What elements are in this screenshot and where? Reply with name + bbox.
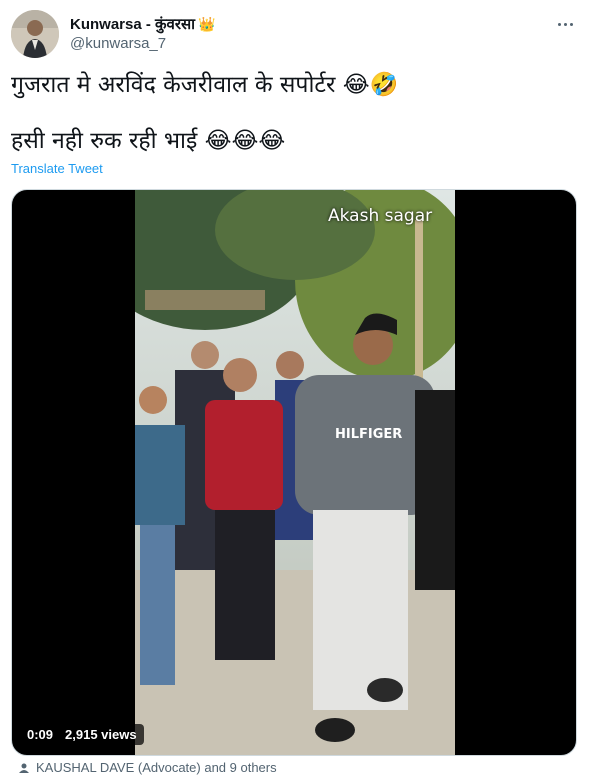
- svg-text:HILFIGER: HILFIGER: [335, 427, 402, 442]
- video-meta-badge: 0:09 2,915 views: [20, 724, 144, 745]
- avatar[interactable]: [11, 10, 59, 58]
- user-handle[interactable]: @kunwarsa_7: [70, 35, 166, 52]
- display-name[interactable]: Kunwarsa - कुंवरसा 👑: [70, 14, 215, 34]
- tweet-text-line-1: गुजरात मे अरविंद केजरीवाल के सपोर्टर 😂🤣: [11, 72, 399, 98]
- tweet-text-line-2: हसी नही रुक रही भाई 😂😂😂: [11, 128, 286, 154]
- tweet-text: गुजरात मे अरविंद केजरीवाल के सपोर्टर 😂🤣 …: [11, 70, 571, 156]
- tag-person-icon: [19, 763, 29, 773]
- more-horizontal-icon[interactable]: [551, 14, 579, 34]
- tweet-header: Kunwarsa - कुंवरसा 👑 @kunwarsa_7: [11, 10, 581, 58]
- video-views: 2,915 views: [65, 727, 137, 742]
- translate-tweet-link[interactable]: Translate Tweet: [11, 161, 103, 176]
- crown-emoji: 👑: [198, 16, 216, 32]
- tagged-users-text: KAUSHAL DAVE (Advocate) and 9 others: [36, 760, 277, 775]
- display-name-text: Kunwarsa - कुंवरसा: [70, 16, 196, 33]
- video-player[interactable]: HILFIGER Akash sagar 0:09 2,915 views: [11, 189, 577, 756]
- video-watermark: Akash sagar: [328, 206, 433, 226]
- video-time: 0:09: [27, 727, 54, 742]
- video-frame: HILFIGER: [135, 190, 455, 755]
- tagged-users[interactable]: KAUSHAL DAVE (Advocate) and 9 others: [18, 760, 277, 775]
